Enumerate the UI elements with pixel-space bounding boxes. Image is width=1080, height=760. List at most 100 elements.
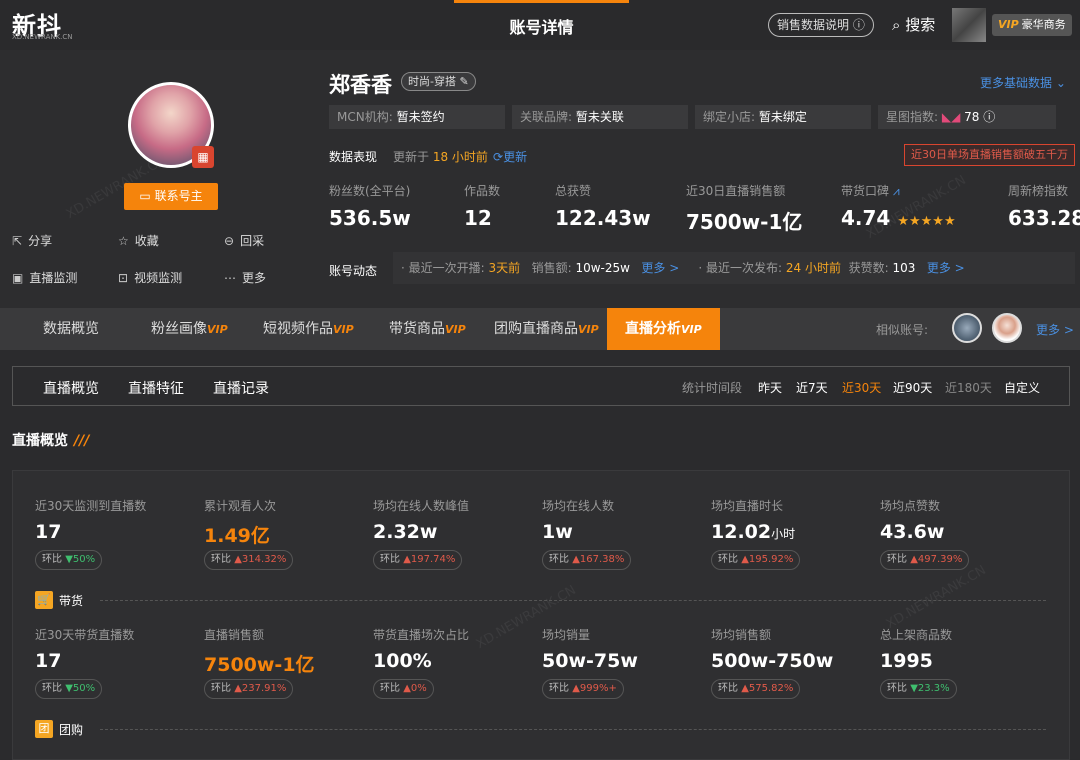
divider: [100, 600, 1046, 601]
more-similar-link[interactable]: 更多 >: [1036, 321, 1074, 338]
stat-label: 总获赞: [555, 184, 592, 198]
favorite-button[interactable]: ☆ 收藏: [118, 232, 159, 249]
metric-value: 17: [35, 650, 62, 672]
ratio-arrow: ▼: [910, 683, 918, 694]
more-icon: ⋯: [224, 271, 236, 285]
qr-code-icon[interactable]: ▦: [192, 146, 214, 168]
range-90d[interactable]: 近90天: [893, 379, 932, 396]
ratio-arrow: ▲: [741, 554, 749, 565]
range-yesterday[interactable]: 昨天: [758, 379, 782, 396]
similar-account-avatar[interactable]: [992, 313, 1022, 343]
xingtu-index: 星图指数: ◣◢ 78 ⓘ: [878, 105, 1056, 129]
ratio-badge: 环比 ▼50%: [35, 679, 103, 699]
user-avatar[interactable]: [952, 8, 986, 42]
sales-explain-button[interactable]: 销售数据说明 ⓘ: [768, 13, 874, 37]
refresh-icon: ⟳: [493, 150, 504, 164]
subtab-live-overview[interactable]: 直播概览: [43, 378, 99, 398]
star-icon: ☆: [118, 234, 129, 248]
search-icon: ⌕: [892, 16, 901, 34]
page-title: 账号详情: [509, 18, 574, 37]
metric-label: 场均在线人数峰值: [373, 499, 470, 513]
video-monitor-button[interactable]: ⊡ 视频监测: [118, 269, 182, 286]
metric-label: 场均销售额: [711, 628, 772, 642]
rating-stars: ★★★★★: [897, 214, 956, 229]
ratio-badge: 环比 ▲999%+: [542, 679, 624, 699]
stat-label: 带货口碑 ⩘: [841, 184, 900, 198]
subtab-live-records[interactable]: 直播记录: [213, 378, 269, 398]
ratio-badge: 环比 ▼50%: [35, 550, 103, 570]
refresh-button[interactable]: ⟳更新: [493, 148, 527, 165]
sales-alert-badge: 近30日单场直播销售额破五千万: [904, 144, 1075, 166]
xingtu-icon: ◣◢: [941, 110, 965, 124]
stat-value: 122.43w: [555, 206, 651, 230]
account-name: 郑香香: [329, 73, 392, 97]
more-live-link[interactable]: 更多 >: [641, 261, 679, 275]
chevron-down-icon: ⌄: [1055, 76, 1066, 90]
metric-label: 场均销量: [542, 628, 591, 642]
category-ecommerce: 🛒 带货: [35, 591, 83, 611]
trend-icon[interactable]: ⩘: [893, 184, 900, 198]
ratio-badge: 环比 ▼23.3%: [880, 679, 957, 699]
metric-value: 17: [35, 521, 62, 543]
tab-fans-profile[interactable]: 粉丝画像VIP: [151, 308, 228, 350]
tab-data-overview[interactable]: 数据概览: [43, 308, 99, 350]
more-actions-button[interactable]: ⋯ 更多: [224, 269, 266, 286]
range-custom[interactable]: 自定义: [1004, 379, 1040, 396]
contact-owner-button[interactable]: ▭ 联系号主: [124, 183, 218, 210]
help-icon: ⓘ: [852, 18, 865, 32]
metric-label: 场均点赞数: [880, 499, 941, 513]
more-post-link[interactable]: 更多 >: [927, 261, 965, 275]
tab-short-video[interactable]: 短视频作品VIP: [263, 308, 354, 350]
account-dynamics: · 最近一次开播: 3天前 销售额: 10w-25w 更多 > · 最近一次发布…: [393, 252, 1075, 284]
ratio-arrow: ▼: [65, 554, 73, 565]
metric-value: 7500w-1亿: [204, 654, 315, 676]
brand-info: 关联品牌: 暂未关联: [512, 105, 688, 129]
live-monitor-button[interactable]: ▣ 直播监测: [12, 269, 77, 286]
share-icon: ⇱: [12, 234, 23, 248]
tab-products[interactable]: 带货商品VIP: [389, 308, 466, 350]
metric-label: 总上架商品数: [880, 628, 953, 642]
category-tag[interactable]: 时尚-穿搭 ✎: [401, 72, 476, 91]
stat-value: 7500w-1亿: [686, 210, 803, 234]
metric-label: 累计观看人次: [204, 499, 277, 513]
stat-label: 近30日直播销售额: [686, 184, 786, 198]
ratio-arrow: ▲: [403, 554, 411, 565]
metric-value: 50w-75w: [542, 650, 638, 672]
ratio-arrow: ▲: [572, 554, 580, 565]
more-basic-data-link[interactable]: 更多基础数据 ⌄: [980, 74, 1066, 91]
ratio-badge: 环比 ▲197.74%: [373, 550, 463, 570]
stat-value: 12: [464, 206, 492, 230]
ratio-badge: 环比 ▲314.32%: [204, 550, 294, 570]
vip-badge[interactable]: VIP 豪华商务: [992, 14, 1072, 36]
perf-label: 数据表现: [329, 150, 378, 164]
similar-account-avatar[interactable]: [952, 313, 982, 343]
range-30d[interactable]: 近30天: [842, 379, 881, 396]
ratio-arrow: ▲: [403, 683, 411, 694]
share-button[interactable]: ⇱ 分享: [12, 232, 52, 249]
tab-group-live-products[interactable]: 团购直播商品VIP: [494, 308, 599, 350]
ratio-badge: 环比 ▲497.39%: [880, 550, 970, 570]
info-icon[interactable]: ⓘ: [983, 110, 995, 124]
edit-icon: ✎: [459, 75, 469, 88]
ratio-arrow: ▲: [741, 683, 749, 694]
similar-accounts-label: 相似账号:: [876, 323, 929, 337]
metric-value: 1995: [880, 650, 933, 672]
divider: [100, 729, 1046, 730]
cart-icon: 🛒: [35, 591, 53, 609]
range-7d[interactable]: 近7天: [796, 379, 828, 396]
subtab-live-features[interactable]: 直播特征: [128, 378, 184, 398]
ratio-arrow: ▲: [910, 554, 918, 565]
chart-icon: ⊡: [118, 271, 129, 285]
recollect-button[interactable]: ⊖ 回采: [224, 232, 264, 249]
search-button[interactable]: ⌕ 搜索: [892, 14, 935, 35]
refresh-icon: ⊖: [224, 234, 235, 248]
tab-live-analysis[interactable]: 直播分析VIP: [607, 308, 720, 350]
metric-value: 1w: [542, 521, 573, 543]
metric-label: 近30天监测到直播数: [35, 499, 147, 513]
section-title: 直播概览///: [12, 433, 90, 449]
range-180d[interactable]: 近180天: [945, 379, 992, 396]
metric-value: 1.49亿: [204, 525, 270, 547]
stat-value: 633.28: [1008, 206, 1080, 230]
category-group-buy: 团团购: [35, 720, 83, 740]
metric-label: 近30天带货直播数: [35, 628, 135, 642]
